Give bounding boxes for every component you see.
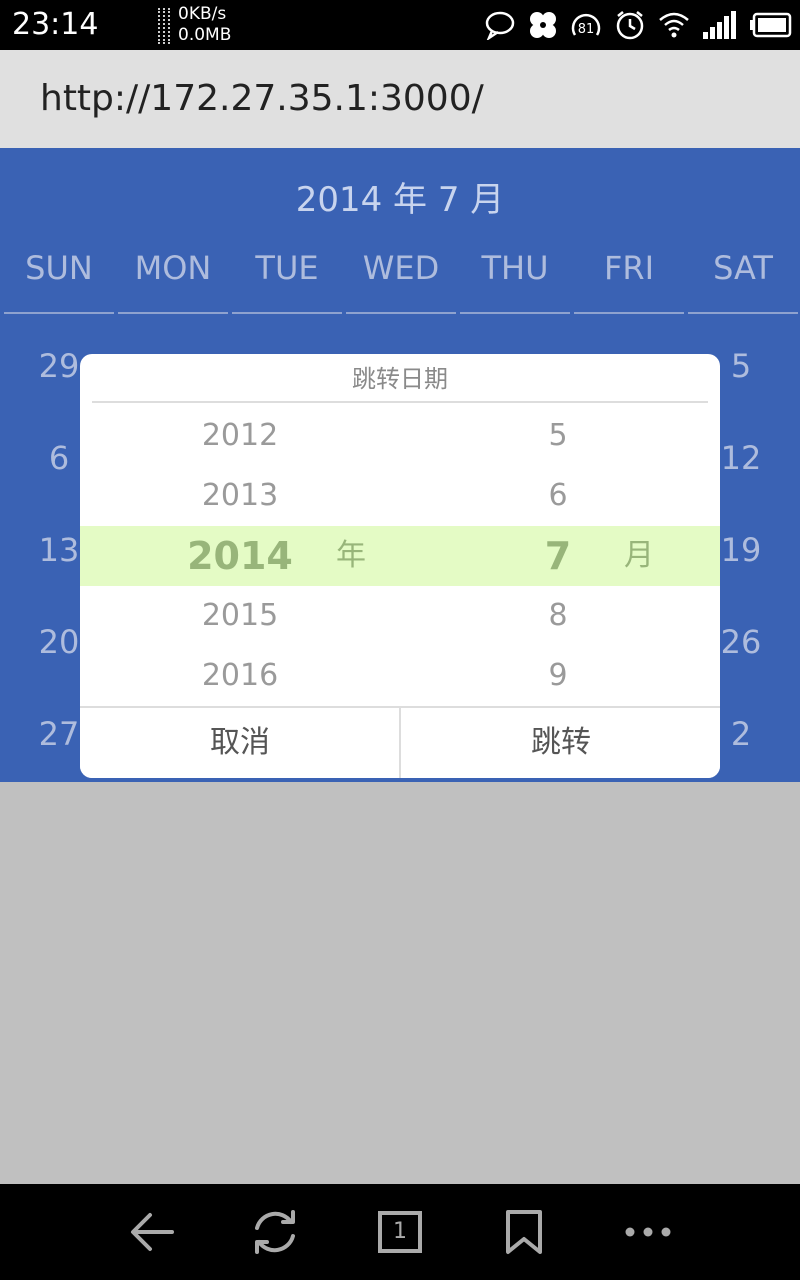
weekday-tue: TUE	[232, 246, 342, 314]
signal-icon	[703, 11, 736, 39]
refresh-icon	[255, 1210, 295, 1254]
battery-level-text: 81	[578, 22, 595, 37]
alarm-clock-icon	[616, 11, 644, 40]
back-arrow-icon	[131, 1213, 174, 1251]
net-speed-text: 0KB/s	[178, 4, 227, 24]
network-speed: 0KB/s 0.0MB	[178, 4, 231, 46]
date-jump-dialog: 跳转日期 2012 2013 2014 2015 2016 年 5 6 7 8 …	[80, 354, 720, 778]
weekday-sun: SUN	[4, 246, 114, 314]
month-option[interactable]: 9	[458, 646, 658, 706]
date-picker[interactable]: 2012 2013 2014 2015 2016 年 5 6 7 8 9 月	[80, 406, 720, 706]
month-option[interactable]: 5	[458, 406, 658, 466]
year-option[interactable]: 2013	[140, 466, 340, 526]
tabs-icon: 1	[378, 1211, 422, 1253]
year-option[interactable]: 2015	[140, 586, 340, 646]
bottom-nav: 1	[0, 1184, 800, 1280]
status-icons: 81	[472, 0, 792, 50]
weekday-thu: THU	[460, 246, 570, 314]
battery-icon	[750, 12, 792, 38]
month-unit-label: 月	[624, 538, 654, 573]
back-button[interactable]	[122, 1202, 182, 1262]
dialog-title: 跳转日期	[352, 365, 448, 393]
url-text[interactable]: http://172.27.35.1:3000/	[40, 77, 484, 121]
weekday-mon: MON	[118, 246, 228, 314]
cancel-button[interactable]: 取消	[80, 708, 400, 778]
bookmark-icon	[506, 1210, 542, 1254]
month-option[interactable]: 6	[458, 466, 658, 526]
refresh-button[interactable]	[245, 1202, 305, 1262]
weekday-sat: SAT	[688, 246, 798, 314]
month-option[interactable]: 8	[458, 586, 658, 646]
tabs-button[interactable]: 1	[370, 1202, 430, 1262]
net-data-text: 0.0MB	[178, 25, 232, 45]
status-time: 23:14	[12, 7, 99, 42]
jump-button[interactable]: 跳转	[401, 708, 720, 778]
wifi-icon	[659, 12, 689, 38]
year-unit-label: 年	[336, 538, 366, 573]
divider	[92, 401, 708, 403]
pinwheel-icon	[530, 12, 556, 38]
calendar-title: 2014 年 7 月	[295, 180, 505, 220]
speed-81-icon: 81	[571, 13, 601, 37]
more-icon	[625, 1227, 671, 1237]
year-option[interactable]: 2016	[140, 646, 340, 706]
year-option[interactable]: 2012	[140, 406, 340, 466]
weekday-fri: FRI	[574, 246, 684, 314]
weekday-header: SUN MON TUE WED THU FRI SAT	[0, 246, 800, 314]
bookmark-button[interactable]	[494, 1202, 554, 1262]
status-bar: 23:14 0KB/s 0.0MB 81	[0, 0, 800, 50]
more-button[interactable]	[618, 1202, 678, 1262]
network-activity-icon	[158, 8, 174, 44]
weekday-wed: WED	[346, 246, 456, 314]
speech-bubble-icon	[485, 11, 515, 40]
tab-count: 1	[393, 1219, 407, 1244]
address-bar[interactable]: http://172.27.35.1:3000/	[0, 50, 800, 148]
year-option-selected[interactable]: 2014	[140, 526, 340, 586]
